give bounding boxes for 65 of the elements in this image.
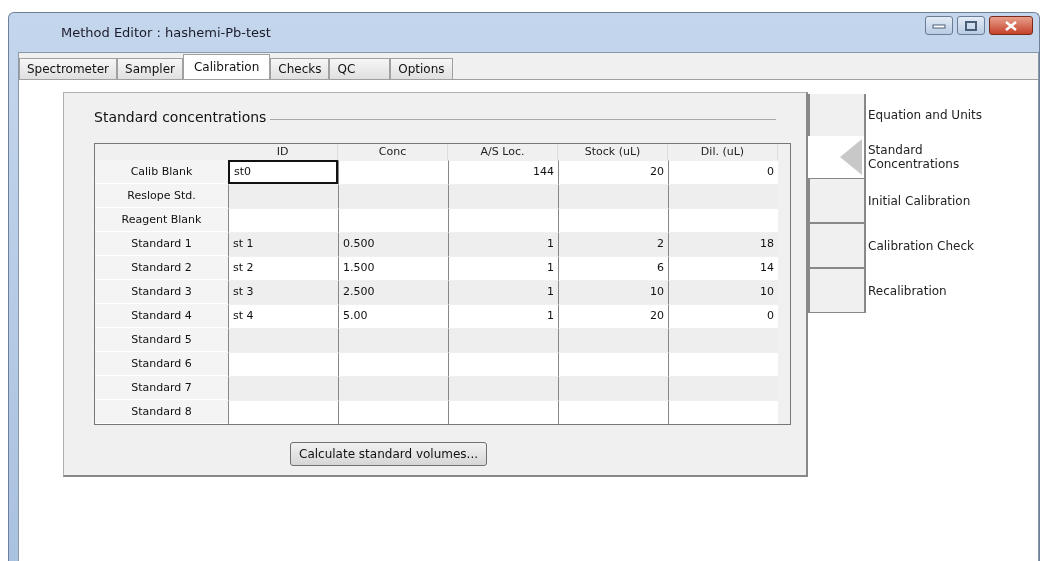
row-header: Reagent Blank [95, 208, 228, 232]
row-header: Standard 4 [95, 304, 228, 328]
table-cell[interactable]: 0 [668, 304, 778, 328]
table-cell[interactable] [228, 352, 338, 376]
table-cell[interactable] [668, 208, 778, 232]
table-cell[interactable] [338, 352, 448, 376]
row-header: Standard 7 [95, 376, 228, 400]
row-header: Standard 5 [95, 328, 228, 352]
tab[interactable]: Checks [270, 58, 330, 79]
table-cell[interactable]: st 2 [228, 256, 338, 280]
tab[interactable]: Options [390, 58, 453, 79]
table-cell[interactable] [448, 400, 558, 424]
table-cell[interactable] [558, 352, 668, 376]
table-cell[interactable]: st0 [228, 160, 338, 184]
maximize-button[interactable] [957, 16, 985, 35]
row-header: Standard 3 [95, 280, 228, 304]
table-cell[interactable]: 0 [668, 160, 778, 184]
nav-key[interactable] [808, 223, 866, 268]
table-cell[interactable]: 14 [668, 256, 778, 280]
nav-label[interactable]: Equation and Units [868, 108, 988, 122]
tab[interactable]: Sampler [117, 58, 183, 79]
nav-key[interactable] [808, 94, 866, 136]
table-cell[interactable] [338, 400, 448, 424]
minimize-button[interactable] [925, 16, 953, 35]
table-cell[interactable]: 20 [558, 160, 668, 184]
row-header: Standard 6 [95, 352, 228, 376]
row-header: Standard 8 [95, 400, 228, 424]
table-cell[interactable] [228, 400, 338, 424]
nav-key[interactable] [808, 178, 866, 223]
row-header: Calib Blank [95, 160, 228, 184]
nav-label[interactable]: Initial Calibration [868, 193, 988, 208]
row-header: Reslope Std. [95, 184, 228, 208]
nav-label[interactable]: Calibration Check [868, 238, 988, 253]
table-cell[interactable] [668, 400, 778, 424]
table-cell[interactable] [448, 352, 558, 376]
nav-label[interactable]: Recalibration [868, 283, 988, 298]
nav-label[interactable]: Standard Concentrations [868, 143, 988, 171]
table-cell[interactable]: 5.00 [338, 304, 448, 328]
tab[interactable]: Spectrometer [19, 58, 118, 79]
row-header: Standard 1 [95, 232, 228, 256]
calculate-button[interactable]: Calculate standard volumes... [290, 442, 488, 466]
table-cell[interactable] [338, 160, 448, 184]
table-cell[interactable]: 1 [448, 256, 558, 280]
table-cell[interactable]: 20 [558, 304, 668, 328]
section-title: Standard concentrations [94, 109, 267, 125]
minimize-icon [932, 22, 946, 29]
tab[interactable]: Calibration [182, 54, 271, 79]
window-title: Method Editor : hashemi-Pb-test [61, 25, 271, 40]
close-icon [1004, 20, 1018, 31]
table-cell[interactable] [668, 352, 778, 376]
nav-key[interactable] [808, 268, 866, 313]
tab[interactable]: QC [329, 58, 391, 79]
table-cell[interactable] [558, 208, 668, 232]
row-header: Standard 2 [95, 256, 228, 280]
maximize-icon [965, 20, 977, 31]
table-cell[interactable] [448, 208, 558, 232]
table-cell[interactable]: 6 [558, 256, 668, 280]
table-cell[interactable]: 144 [448, 160, 558, 184]
table-cell[interactable] [558, 400, 668, 424]
close-button[interactable] [989, 16, 1033, 35]
table-cell[interactable] [338, 208, 448, 232]
table-cell[interactable]: st 4 [228, 304, 338, 328]
table-cell[interactable] [228, 208, 338, 232]
table-cell[interactable]: 1 [448, 304, 558, 328]
table-cell[interactable]: 1.500 [338, 256, 448, 280]
